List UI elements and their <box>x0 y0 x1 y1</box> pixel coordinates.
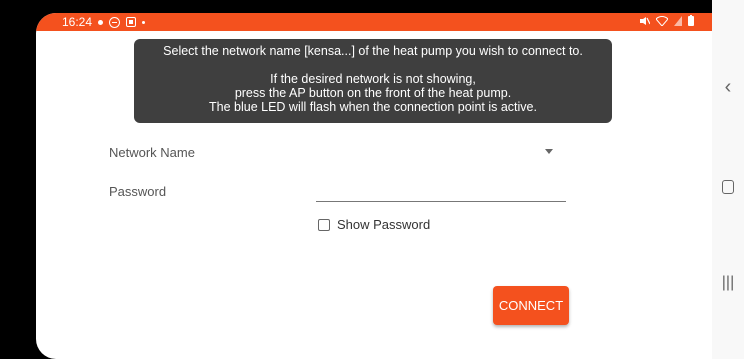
show-password-checkbox[interactable] <box>318 218 330 231</box>
battery-icon <box>688 15 694 26</box>
password-input[interactable] <box>316 178 566 200</box>
navigation-bar: ‹ ||| <box>712 0 744 359</box>
status-left: 16:24 <box>62 15 146 29</box>
password-underline <box>316 201 566 202</box>
small-dot-icon <box>142 20 146 24</box>
dropdown-arrow-icon[interactable] <box>545 149 553 154</box>
status-right <box>639 15 694 26</box>
status-time: 16:24 <box>62 15 93 29</box>
instruction-tooltip: Select the network name [kensa...] of th… <box>134 39 612 123</box>
wifi-icon <box>656 15 668 26</box>
password-label: Password <box>109 184 167 199</box>
home-icon[interactable] <box>712 180 744 199</box>
show-password-row[interactable]: Show Password <box>318 217 430 232</box>
dot-icon <box>98 19 104 25</box>
back-icon[interactable]: ‹ <box>712 76 744 99</box>
tooltip-line-4: The blue LED will flash when the connect… <box>209 100 537 114</box>
tooltip-line-1: Select the network name [kensa...] of th… <box>163 44 583 58</box>
recent-apps-icon[interactable]: ||| <box>712 274 744 292</box>
signal-icon <box>674 15 682 26</box>
network-name-dropdown[interactable] <box>316 139 566 163</box>
do-not-disturb-icon <box>109 16 121 28</box>
tooltip-line-2: If the desired network is not showing, <box>270 72 476 86</box>
status-bar: 16:24 <box>36 13 712 31</box>
connect-button[interactable]: CONNECT <box>493 286 569 325</box>
mute-icon <box>640 16 650 25</box>
tooltip-line-3: press the AP button on the front of the … <box>234 86 512 100</box>
network-name-label: Network Name <box>109 145 195 160</box>
notification-icon <box>126 17 137 27</box>
show-password-label: Show Password <box>337 217 431 232</box>
app-screen: 16:24 Select the network name [kensa...]… <box>36 13 712 359</box>
